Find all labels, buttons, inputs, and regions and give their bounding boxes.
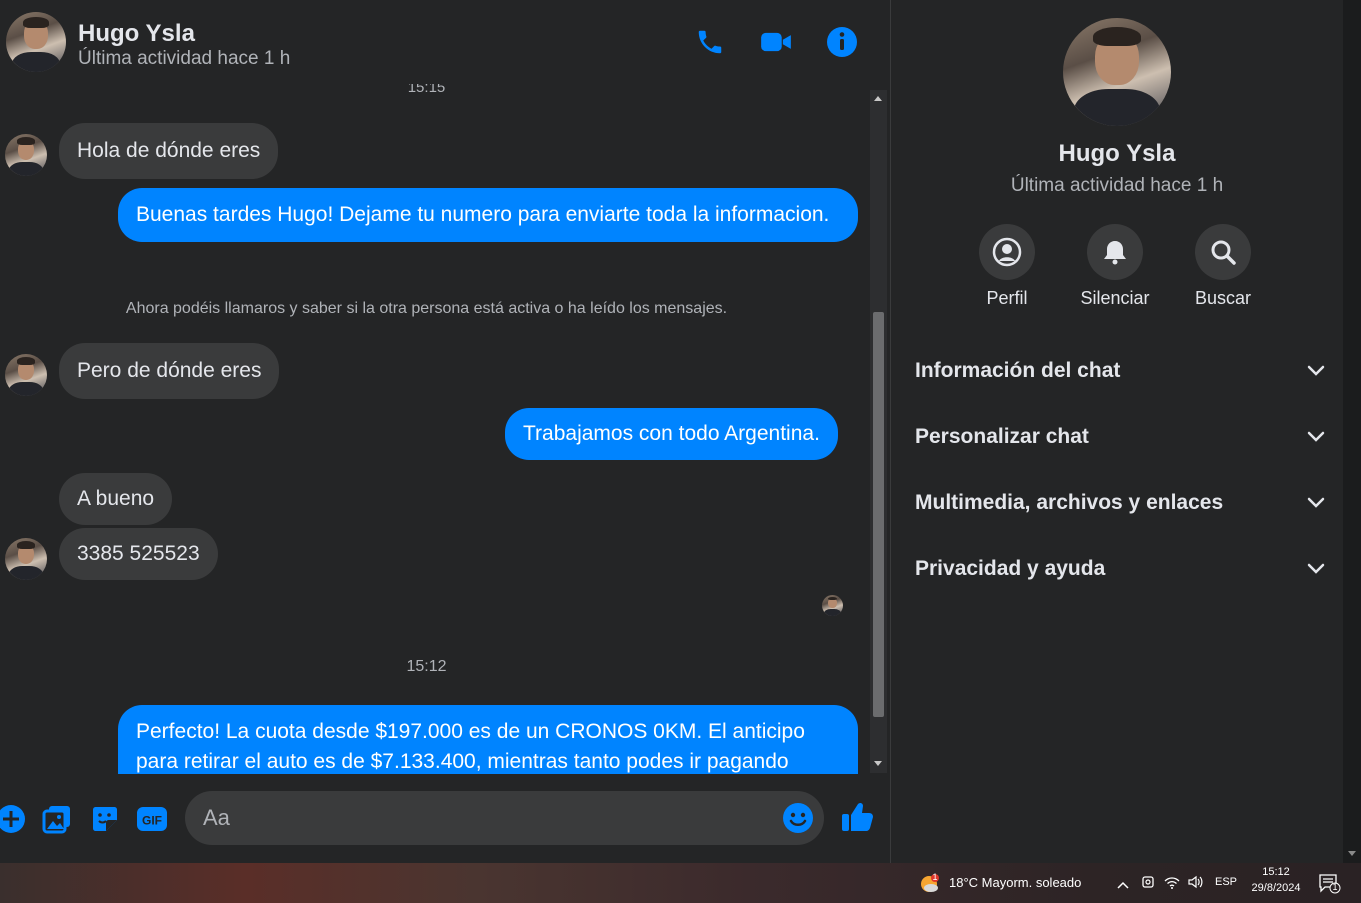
- bell-icon: [1104, 241, 1126, 265]
- chevron-up-icon: [1117, 881, 1129, 889]
- scroll-down-arrow[interactable]: [1348, 851, 1356, 856]
- chat-column: Hugo Ysla Última actividad hace 1 h 15:1…: [0, 0, 890, 863]
- section-media-files-links[interactable]: Multimedia, archivos y enlaces: [915, 478, 1325, 528]
- window-scrollbar[interactable]: [1343, 0, 1361, 863]
- section-label: Información del chat: [915, 359, 1121, 382]
- contact-status: Última actividad hace 1 h: [78, 48, 291, 69]
- meet-now-button[interactable]: [1141, 874, 1155, 895]
- section-chat-info[interactable]: Información del chat: [915, 346, 1325, 396]
- input-language[interactable]: ESP: [1215, 876, 1237, 888]
- chat-header: Hugo Ysla Última actividad hace 1 h: [0, 0, 890, 84]
- incoming-message[interactable]: Hola de dónde eres: [59, 123, 279, 179]
- attach-photo-button[interactable]: [40, 802, 74, 836]
- emoji-button[interactable]: [782, 802, 814, 834]
- contact-name[interactable]: Hugo Ysla: [78, 20, 195, 48]
- video-call-button[interactable]: [760, 26, 792, 58]
- search-icon: [1211, 240, 1236, 265]
- scroll-down-arrow[interactable]: [874, 761, 882, 766]
- info-icon: [827, 27, 857, 57]
- chat-info-button[interactable]: [826, 26, 858, 58]
- contact-avatar[interactable]: [6, 12, 66, 72]
- like-button[interactable]: [840, 800, 874, 834]
- message-scrollbar[interactable]: [870, 90, 887, 773]
- composer: GIF: [0, 774, 890, 863]
- incoming-message[interactable]: Pero de dónde eres: [59, 343, 280, 399]
- seen-receipt-avatar: [822, 595, 843, 616]
- show-hidden-icons-button[interactable]: [1116, 877, 1130, 895]
- outgoing-message[interactable]: Trabajamos con todo Argentina.: [505, 408, 838, 460]
- weather-widget-icon[interactable]: 1: [918, 872, 940, 895]
- profile-action-label: Perfil: [986, 288, 1028, 308]
- speaker-icon: [1188, 875, 1203, 889]
- mute-action-button[interactable]: Silenciar: [1065, 224, 1165, 309]
- section-privacy-help[interactable]: Privacidad y ayuda: [915, 544, 1325, 594]
- phone-icon: [698, 30, 722, 54]
- weather-text[interactable]: 18°C Mayorm. soleado: [949, 875, 1081, 890]
- profile-icon: [992, 237, 1022, 267]
- chevron-down-icon: [1307, 365, 1325, 376]
- svg-text:GIF: GIF: [142, 814, 162, 828]
- notification-count: 1: [1332, 882, 1338, 892]
- camera-icon: [1142, 876, 1154, 888]
- system-notice: Ahora podéis llamaros y saber si la otra…: [125, 300, 728, 317]
- clock[interactable]: 15:12 29/8/2024: [1246, 866, 1306, 894]
- video-camera-icon: [761, 32, 791, 52]
- search-action-label: Buscar: [1194, 288, 1252, 308]
- gif-icon: GIF: [137, 807, 167, 831]
- mute-action-label: Silenciar: [1080, 288, 1150, 308]
- scrollbar-thumb[interactable]: [873, 312, 884, 717]
- message-input[interactable]: [203, 791, 783, 845]
- weather-badge: 1: [932, 872, 938, 882]
- message-list[interactable]: 15:15 Hola de dónde eres Buenas tardes H…: [0, 84, 870, 774]
- volume-button[interactable]: [1187, 874, 1203, 895]
- outgoing-message[interactable]: Buenas tardes Hugo! Dejame tu numero par…: [118, 188, 858, 242]
- profile-status: Última actividad hace 1 h: [1010, 175, 1224, 196]
- sticker-button[interactable]: [88, 802, 122, 836]
- message-timestamp: 15:12: [406, 658, 447, 675]
- image-gallery-icon: [42, 806, 70, 834]
- profile-avatar[interactable]: [1063, 18, 1171, 126]
- more-actions-button[interactable]: [0, 802, 28, 836]
- section-customize-chat[interactable]: Personalizar chat: [915, 412, 1325, 462]
- phone-call-button[interactable]: [694, 26, 726, 58]
- sticker-icon: [93, 807, 117, 831]
- chevron-down-icon: [1307, 431, 1325, 442]
- search-action-button[interactable]: Buscar: [1173, 224, 1273, 309]
- clock-date: 29/8/2024: [1251, 882, 1301, 894]
- network-button[interactable]: [1164, 875, 1180, 894]
- chevron-down-icon: [1307, 497, 1325, 508]
- section-label: Personalizar chat: [915, 425, 1089, 448]
- chat-details-panel: Hugo Ysla Última actividad hace 1 h Perf…: [891, 0, 1343, 863]
- sender-avatar[interactable]: [5, 134, 47, 176]
- profile-action-button[interactable]: Perfil: [957, 224, 1057, 309]
- emoji-icon: [783, 803, 813, 833]
- sender-avatar[interactable]: [5, 538, 47, 580]
- windows-taskbar: 1 18°C Mayorm. soleado ESP 15:12 29/8/20…: [0, 863, 1361, 903]
- thumbs-up-icon: [842, 802, 873, 831]
- notification-center-button[interactable]: 1: [1319, 874, 1341, 899]
- section-label: Privacidad y ayuda: [915, 557, 1106, 580]
- sender-avatar[interactable]: [5, 354, 47, 396]
- scroll-up-arrow[interactable]: [874, 96, 882, 101]
- profile-name[interactable]: Hugo Ysla: [891, 140, 1343, 168]
- outgoing-message[interactable]: Perfecto! La cuota desde $197.000 es de …: [118, 705, 858, 774]
- incoming-message[interactable]: 3385 525523: [59, 528, 218, 580]
- plus-circle-icon: [0, 805, 25, 833]
- message-input-box[interactable]: [185, 791, 824, 845]
- messenger-window: Hugo Ysla Última actividad hace 1 h 15:1…: [0, 0, 1361, 863]
- chevron-down-icon: [1307, 563, 1325, 574]
- incoming-message[interactable]: A bueno: [59, 473, 173, 525]
- section-label: Multimedia, archivos y enlaces: [915, 491, 1224, 514]
- clock-time: 15:12: [1262, 866, 1290, 878]
- gif-button[interactable]: GIF: [135, 802, 169, 836]
- wifi-icon: [1164, 877, 1180, 889]
- message-timestamp: 15:15: [407, 84, 446, 96]
